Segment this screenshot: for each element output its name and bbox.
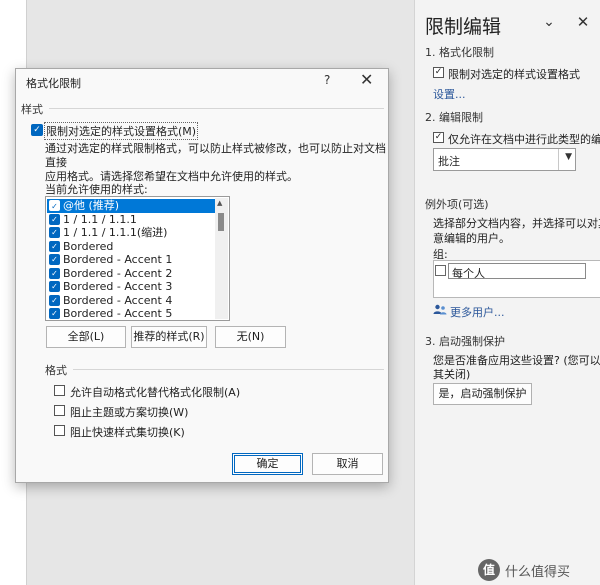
select-all-button[interactable]: 全部(L)	[46, 326, 126, 348]
watermark-logo: 值	[478, 559, 500, 581]
recommended-styles-button[interactable]: 推荐的样式(R)	[131, 326, 207, 348]
close-icon[interactable]: ✕	[360, 70, 373, 89]
styles-group-divider	[49, 108, 384, 109]
settings-link[interactable]: 设置...	[433, 86, 466, 102]
allowed-styles-label: 当前允许使用的样式:	[45, 183, 148, 196]
section-editing-title: 2. 编辑限制	[425, 111, 483, 124]
limit-formatting-label: 限制对选定的样式设置格式(M)	[44, 122, 199, 140]
list-item[interactable]: ✓ 1 / 1.1 / 1.1.1	[47, 213, 215, 227]
editing-restriction-label: 仅允许在文档中进行此类型的编辑	[448, 133, 600, 146]
chevron-down-icon[interactable]: ⌄	[541, 12, 557, 32]
block-quickstyle-switch-label: 阻止快速样式集切换(K)	[70, 426, 185, 439]
exceptions-title: 例外项(可选)	[425, 198, 489, 211]
style-checkbox[interactable]: ✓	[49, 240, 60, 252]
style-checkbox[interactable]: ✓	[49, 294, 60, 306]
allow-autoformat-checkbox[interactable]	[54, 385, 65, 396]
style-checkbox[interactable]: ✓	[49, 254, 60, 265]
list-item[interactable]: ✓ Bordered - Accent 4	[47, 294, 215, 308]
group-item-everyone[interactable]: 每个人	[448, 263, 586, 280]
exceptions-desc-line2: 意编辑的用户。	[433, 232, 510, 245]
watermark-text: 什么值得买	[505, 565, 571, 580]
style-checkbox[interactable]: ✓	[49, 281, 60, 292]
close-icon[interactable]: ✕	[575, 12, 591, 32]
description-line1: 通过对选定的样式限制格式，可以防止样式被修改，也可以防止对文档直接	[45, 142, 386, 169]
more-users-link[interactable]: 更多用户...	[450, 304, 505, 320]
format-group-label: 格式	[45, 364, 67, 377]
style-checkbox[interactable]: ✓	[49, 227, 60, 238]
scroll-up-icon[interactable]: ▲	[217, 199, 222, 207]
list-item[interactable]: ✓ 1 / 1.1 / 1.1.1(缩进)	[47, 226, 215, 240]
allowed-styles-list[interactable]: ✓ @他 (推荐) ✓ 1 / 1.1 / 1.1.1 ✓ 1 / 1.1 / …	[45, 196, 230, 321]
list-item[interactable]: ✓ @他 (推荐)	[47, 199, 215, 213]
style-checkbox[interactable]: ✓	[49, 267, 60, 279]
block-theme-switch-checkbox[interactable]	[54, 405, 65, 416]
ok-button[interactable]: 确定	[232, 453, 303, 475]
block-theme-switch-label: 阻止主题或方案切换(W)	[70, 406, 189, 419]
formatting-restriction-checkbox[interactable]: ✓	[433, 67, 444, 78]
select-separator	[558, 149, 559, 170]
formatting-restriction-label: 限制对选定的样式设置格式	[448, 68, 580, 81]
help-icon[interactable]: ?	[324, 73, 330, 87]
restrict-editing-pane: 限制编辑 ⌄ ✕ 1. 格式化限制 ✓ 限制对选定的样式设置格式 设置... 2…	[414, 0, 600, 585]
group-item-label: 每个人	[452, 267, 485, 280]
enforce-protection-button[interactable]: 是，启动强制保护	[433, 383, 532, 405]
style-checkbox[interactable]: ✓	[49, 213, 60, 225]
dialog-title: 格式化限制	[26, 77, 81, 90]
list-item[interactable]: ✓ Bordered	[47, 240, 215, 254]
edit-type-value: 批注	[438, 155, 460, 168]
dropdown-arrow-icon[interactable]: ▼	[565, 152, 572, 162]
description-text: 通过对选定的样式限制格式，可以防止样式被修改，也可以防止对文档直接 应用格式。请…	[45, 142, 390, 184]
styles-group-label: 样式	[21, 103, 43, 116]
allow-autoformat-label: 允许自动格式化替代格式化限制(A)	[70, 386, 241, 399]
select-none-button[interactable]: 无(N)	[215, 326, 286, 348]
cancel-button[interactable]: 取消	[312, 453, 383, 475]
format-group-divider	[73, 369, 384, 370]
list-item[interactable]: ✓ Bordered - Accent 5	[47, 307, 215, 320]
users-icon	[433, 304, 447, 315]
styles-scrollbar[interactable]: ▲	[215, 198, 228, 319]
enforce-desc-line2: 其关闭)	[433, 368, 471, 381]
list-item[interactable]: ✓ Bordered - Accent 1	[47, 253, 215, 267]
list-item[interactable]: ✓ Bordered - Accent 3	[47, 280, 215, 294]
block-quickstyle-switch-checkbox[interactable]	[54, 425, 65, 436]
list-item[interactable]: ✓ Bordered - Accent 2	[47, 267, 215, 281]
editing-restriction-checkbox[interactable]: ✓	[433, 132, 444, 143]
group-list: 每个人	[433, 260, 600, 298]
scroll-thumb[interactable]	[218, 213, 224, 231]
style-checkbox[interactable]: ✓	[49, 308, 60, 319]
style-checkbox[interactable]: ✓	[49, 200, 60, 211]
pane-title: 限制编辑	[425, 16, 502, 38]
exceptions-desc-line1: 选择部分文档内容，并选择可以对其	[433, 217, 600, 230]
edit-type-select[interactable]: 批注 ▼	[433, 148, 576, 171]
formatting-restrictions-dialog: 格式化限制 ? ✕ 样式 ✓ 限制对选定的样式设置格式(M) 通过对选定的样式限…	[15, 68, 389, 483]
everyone-checkbox[interactable]	[435, 265, 446, 276]
section-enforce-title: 3. 启动强制保护	[425, 335, 505, 348]
section-formatting-title: 1. 格式化限制	[425, 46, 494, 59]
limit-formatting-checkbox[interactable]: ✓	[31, 124, 43, 136]
